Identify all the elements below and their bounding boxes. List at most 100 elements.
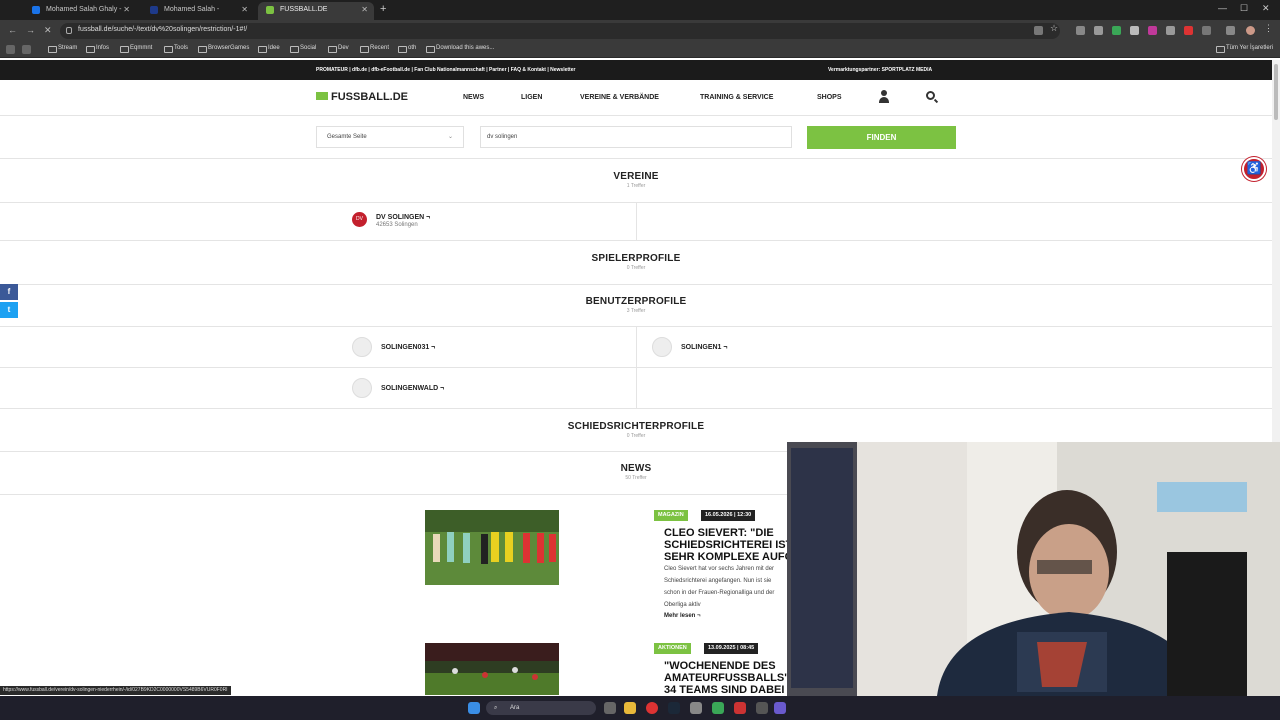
translate-icon[interactable] bbox=[1034, 26, 1043, 35]
user-icon[interactable] bbox=[878, 90, 890, 104]
benutzer-row: SOLINGEN031 ¬ SOLINGEN1 ¬ bbox=[0, 327, 1272, 368]
club-result[interactable]: DV DV SOLINGEN ¬ 42653 Solingen bbox=[350, 203, 550, 240]
chrome-icon[interactable] bbox=[646, 702, 658, 714]
nav-training-service[interactable]: TRAINING & SERVICE bbox=[700, 94, 773, 101]
tab-salah-istatis[interactable]: Mohamed Salah Ghaly - İstatis ✕ bbox=[24, 2, 136, 29]
logo-text: FUSSBALL.DE bbox=[331, 91, 408, 103]
news-image[interactable] bbox=[425, 510, 559, 585]
user-result[interactable]: SOLINGEN031 ¬ bbox=[350, 327, 550, 367]
facebook-share-icon[interactable]: f bbox=[0, 284, 18, 300]
nav-shops[interactable]: SHOPS bbox=[817, 94, 842, 101]
extension-icon[interactable] bbox=[1112, 26, 1121, 35]
news-photo-match bbox=[425, 643, 559, 695]
accessibility-icon[interactable]: ♿ bbox=[1242, 157, 1266, 181]
promo-links[interactable]: PROMATEUR | dfb.de | dfb-eFootball.de | … bbox=[316, 67, 575, 73]
extension-icon[interactable] bbox=[1130, 26, 1139, 35]
user-result[interactable]: SOLINGEN1 ¬ bbox=[650, 327, 850, 367]
close-window-icon[interactable]: ✕ bbox=[1262, 3, 1270, 14]
vereine-row: DV DV SOLINGEN ¬ 42653 Solingen bbox=[0, 203, 1272, 241]
tab-fussball-de[interactable]: FUSSBALL.DE ✕ bbox=[258, 2, 374, 20]
search-scope-select[interactable]: Gesamte Seite ⌄ bbox=[316, 126, 464, 148]
bookmark-stream[interactable]: Stream bbox=[48, 45, 77, 53]
tab-salah-spielerprofil[interactable]: Mohamed Salah - Spielerprofil ✕ bbox=[142, 2, 254, 29]
extensions-puzzle-icon[interactable] bbox=[1202, 26, 1211, 35]
search-icon[interactable] bbox=[926, 91, 935, 100]
scrollbar-thumb[interactable] bbox=[1274, 64, 1278, 120]
browser-menu-icon[interactable]: ⋮ bbox=[1264, 23, 1273, 33]
bookmark-dev[interactable]: Dev bbox=[328, 45, 349, 53]
reload-icon[interactable]: ✕ bbox=[44, 25, 52, 36]
task-view-icon[interactable] bbox=[604, 702, 616, 714]
nav-vereine-verbaende[interactable]: VEREINE & VERBÄNDE bbox=[580, 94, 659, 101]
logo-mark-icon bbox=[316, 92, 328, 100]
news-title[interactable]: "WOCHENENDE DES AMATEURFUSSBALLS": 34 TE… bbox=[664, 660, 793, 696]
extension-icon[interactable] bbox=[1166, 26, 1175, 35]
downloads-icon[interactable] bbox=[1226, 26, 1235, 35]
user-name[interactable]: SOLINGEN1 ¬ bbox=[681, 344, 727, 351]
section-vereine: VEREINE 1 Treffer bbox=[0, 159, 1272, 203]
club-location: 42653 Solingen bbox=[376, 222, 418, 228]
tab-favicon-icon bbox=[150, 6, 158, 14]
taskbar-search[interactable]: ⌕ Ara bbox=[486, 701, 596, 715]
os-taskbar: ⌕ Ara bbox=[0, 696, 1280, 720]
profile-avatar-icon[interactable] bbox=[1246, 26, 1255, 35]
minimize-icon[interactable]: — bbox=[1218, 3, 1227, 13]
user-name[interactable]: SOLINGENWALD ¬ bbox=[381, 385, 444, 392]
extension-icon[interactable] bbox=[1076, 26, 1085, 35]
grid-icon[interactable] bbox=[22, 45, 31, 54]
bookmark-browsergames[interactable]: BrowserGames bbox=[198, 45, 249, 53]
nav-news[interactable]: NEWS bbox=[463, 94, 484, 101]
new-tab-button[interactable]: + bbox=[380, 3, 386, 15]
steam-icon[interactable] bbox=[668, 702, 680, 714]
webcam-image bbox=[787, 442, 1280, 696]
forward-icon[interactable]: → bbox=[26, 25, 35, 35]
club-name[interactable]: DV SOLINGEN ¬ bbox=[376, 214, 430, 221]
extension-icon[interactable] bbox=[1148, 26, 1157, 35]
news-category-badge[interactable]: MAGAZIN bbox=[654, 510, 688, 521]
app-icon[interactable] bbox=[734, 702, 746, 714]
bookmark-infos[interactable]: Infos bbox=[86, 45, 109, 53]
bookmark-tools[interactable]: Tools bbox=[164, 45, 188, 53]
twitter-share-icon[interactable]: t bbox=[0, 302, 18, 318]
avatar bbox=[352, 337, 372, 357]
column-divider bbox=[636, 327, 637, 367]
maximize-icon[interactable]: ☐ bbox=[1240, 3, 1248, 14]
file-explorer-icon[interactable] bbox=[624, 702, 636, 714]
user-name[interactable]: SOLINGEN031 ¬ bbox=[381, 344, 435, 351]
user-result[interactable]: SOLINGENWALD ¬ bbox=[350, 368, 550, 408]
close-icon[interactable]: ✕ bbox=[241, 2, 248, 18]
bookmark-eqmmnt[interactable]: Eqmmnt bbox=[120, 45, 152, 53]
bookmark-oth[interactable]: oth bbox=[398, 45, 416, 53]
finden-button[interactable]: FINDEN bbox=[807, 126, 956, 149]
apps-icon[interactable] bbox=[6, 45, 15, 54]
read-more-link[interactable]: Mehr lesen ¬ bbox=[664, 613, 701, 619]
app-icon[interactable] bbox=[712, 702, 724, 714]
news-category-badge[interactable]: AKTIONEN bbox=[654, 643, 691, 654]
marketing-partner[interactable]: Vermarktungspartner: SPORTPLATZ MEDIA bbox=[828, 67, 932, 73]
column-divider bbox=[636, 368, 637, 408]
news-image[interactable] bbox=[425, 643, 559, 695]
nav-ligen[interactable]: LIGEN bbox=[521, 94, 542, 101]
close-icon[interactable]: ✕ bbox=[123, 2, 130, 18]
windows-start-icon[interactable] bbox=[468, 702, 480, 714]
tab-label: FUSSBALL.DE bbox=[280, 6, 328, 13]
main-navigation: FUSSBALL.DE NEWS LIGEN VEREINE & VERBÄND… bbox=[0, 80, 1272, 116]
close-icon[interactable]: ✕ bbox=[361, 2, 368, 18]
bookmark-all[interactable]: Tüm Yer İşaretleri bbox=[1216, 45, 1273, 53]
app-icon[interactable] bbox=[756, 702, 768, 714]
url-field[interactable]: fussball.de/suche/-/text/dv%20solingen/r… bbox=[60, 23, 1060, 39]
app-icon[interactable] bbox=[690, 702, 702, 714]
extension-icon[interactable] bbox=[1094, 26, 1103, 35]
star-icon[interactable]: ☆ bbox=[1050, 23, 1059, 33]
bookmark-recent[interactable]: Recent bbox=[360, 45, 389, 53]
bookmark-social[interactable]: Social bbox=[290, 45, 316, 53]
site-logo[interactable]: FUSSBALL.DE bbox=[316, 91, 408, 103]
site-info-icon[interactable] bbox=[66, 27, 72, 34]
bookmark-idee[interactable]: Idee bbox=[258, 45, 280, 53]
section-benutzerprofile: BENUTZERPROFILE 3 Treffer bbox=[0, 285, 1272, 327]
search-input[interactable]: dv solingen bbox=[480, 126, 792, 148]
bookmark-download[interactable]: Download this awes... bbox=[426, 45, 494, 53]
back-icon[interactable]: ← bbox=[8, 25, 17, 35]
adblock-icon[interactable] bbox=[1184, 26, 1193, 35]
app-icon[interactable] bbox=[774, 702, 786, 714]
